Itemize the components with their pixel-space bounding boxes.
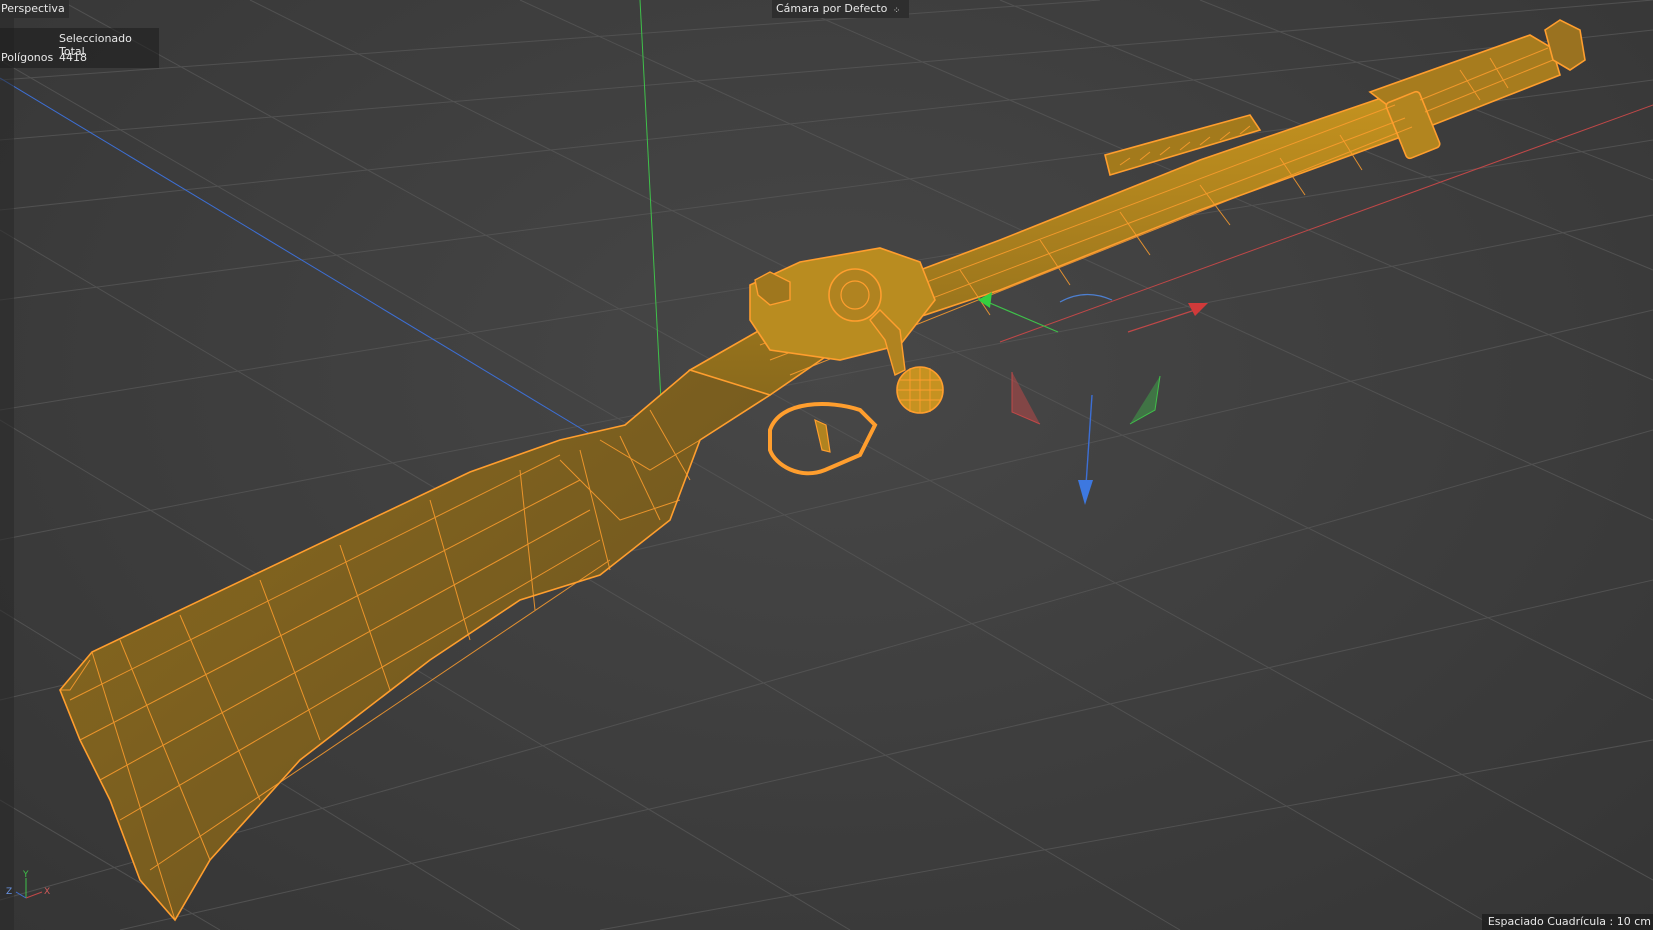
rifle-trigger xyxy=(814,418,831,453)
gizmo-z-handle[interactable] xyxy=(1085,394,1093,486)
rifle-stock xyxy=(59,348,771,922)
camera-label-text: Cámara por Defecto xyxy=(776,2,888,15)
viewport-left-strip xyxy=(0,0,14,930)
rifle-bolt-cylinder xyxy=(828,268,882,322)
gizmo-xz-plane[interactable] xyxy=(1011,372,1041,425)
axis-indicator: Y Z X xyxy=(6,870,50,899)
gizmo-xy-arc[interactable] xyxy=(1059,293,1113,303)
rifle-model[interactable] xyxy=(59,19,1586,922)
camera-settings-icon[interactable]: ⁘ xyxy=(893,6,905,16)
grid-spacing-label: Espaciado Cuadrícula : 10 cm xyxy=(1481,914,1653,930)
selection-hud: Seleccionado Total Polígonos 4418 xyxy=(0,28,159,68)
hud-polygons-label: Polígonos xyxy=(1,51,54,64)
move-gizmo[interactable] xyxy=(977,292,1208,505)
viewport-view-label[interactable]: Perspectiva xyxy=(0,0,69,18)
gizmo-x-handle[interactable] xyxy=(1127,309,1196,333)
axis-z-label: Z xyxy=(6,887,12,897)
camera-label[interactable]: Cámara por Defecto ⁘ xyxy=(772,0,909,18)
world-axis-y xyxy=(639,0,663,421)
scene-canvas[interactable] xyxy=(0,0,1653,930)
hud-polygons-value: 4418 xyxy=(59,51,87,64)
axis-y-label: Y xyxy=(22,870,29,880)
3d-viewport[interactable]: Perspectiva Cámara por Defecto ⁘ Selecci… xyxy=(0,0,1653,930)
gizmo-z-arrow-icon[interactable] xyxy=(1078,480,1093,505)
gizmo-yz-plane[interactable] xyxy=(1129,375,1161,425)
axis-x-label: X xyxy=(44,887,50,897)
